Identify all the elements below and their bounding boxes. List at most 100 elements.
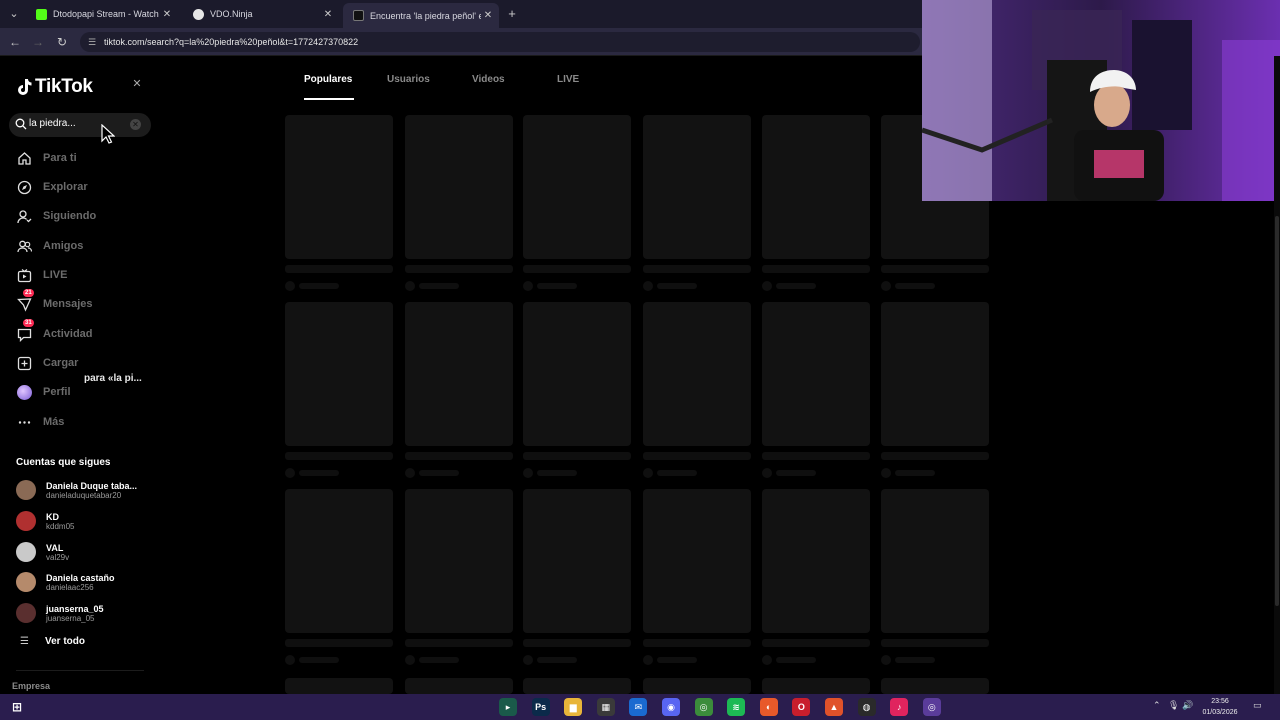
loading-video-card xyxy=(881,678,989,694)
webcam-overlay xyxy=(922,0,1280,201)
start-windows-icon[interactable]: ⊞ xyxy=(8,698,26,716)
nav-live[interactable]: LIVE xyxy=(16,263,67,287)
tiktok-favicon-icon xyxy=(353,10,364,21)
caption-placeholder xyxy=(405,639,513,647)
url-bar[interactable]: ☰ tiktok.com/search?q=la%20piedra%20peño… xyxy=(80,32,920,52)
chrome-alt-icon[interactable]: ◎ xyxy=(922,698,941,716)
footer-empresa-link[interactable]: Empresa xyxy=(12,681,50,691)
folder-icon[interactable]: ▆ xyxy=(564,698,583,716)
caption-placeholder xyxy=(643,265,751,273)
thumbnail-placeholder xyxy=(285,489,393,633)
tab-live[interactable]: LIVE xyxy=(557,74,579,85)
tiktok-note-icon xyxy=(18,79,32,95)
calculator-icon[interactable]: ▦ xyxy=(596,698,615,716)
nav-mas[interactable]: Más xyxy=(16,410,64,434)
back-icon[interactable]: ← xyxy=(7,34,23,50)
thumbnail-placeholder xyxy=(643,302,751,446)
avatar-placeholder xyxy=(881,468,891,478)
clear-search-icon[interactable]: ✕ xyxy=(130,119,141,130)
followed-account[interactable]: Daniela Duque taba... danieladuquetabar2… xyxy=(16,478,137,502)
nav-actividad[interactable]: 31 Actividad xyxy=(16,319,93,346)
browser-tab[interactable]: Dtodopapi Stream - Watch Live ✕ xyxy=(26,3,178,25)
list-icon: ☰ xyxy=(20,636,29,647)
chrome-icon[interactable]: ◎ xyxy=(694,698,713,716)
search-input[interactable]: la piedra... ✕ xyxy=(9,113,151,137)
divider xyxy=(16,670,144,671)
nav-amigos[interactable]: Amigos xyxy=(16,234,83,258)
brave-icon[interactable]: ▲ xyxy=(825,698,843,716)
tab-search-icon[interactable]: ⌄ xyxy=(5,5,23,23)
opera-icon[interactable]: O xyxy=(792,698,811,716)
nav-explorar[interactable]: Explorar xyxy=(16,175,88,199)
tray-chevron-icon[interactable]: ⌃ xyxy=(1153,700,1161,711)
photoshop-icon[interactable]: Ps xyxy=(531,698,550,716)
tab-usuarios[interactable]: Usuarios xyxy=(387,74,430,85)
thumbnail-placeholder xyxy=(405,115,513,259)
microphone-icon[interactable]: 🎙 xyxy=(1168,700,1179,711)
close-tab-icon[interactable]: ✕ xyxy=(160,9,174,20)
scrollbar-thumb[interactable] xyxy=(1275,216,1279,606)
thumbnail-placeholder xyxy=(643,678,751,694)
page-scrollbar[interactable] xyxy=(1274,56,1280,694)
caption-placeholder xyxy=(762,265,870,273)
site-info-icon[interactable]: ☰ xyxy=(88,32,96,52)
caption-placeholder xyxy=(881,452,989,460)
obs-icon[interactable]: ◍ xyxy=(857,698,876,716)
see-all-button[interactable]: ☰ Ver todo xyxy=(20,636,85,647)
caption-placeholder xyxy=(762,452,870,460)
thumbnail-placeholder xyxy=(405,302,513,446)
notifications-icon[interactable]: ▭ xyxy=(1253,700,1262,711)
followed-account[interactable]: VAL val29v xyxy=(16,540,69,564)
system-clock[interactable]: 23:56 01/03/2026 xyxy=(1196,696,1244,718)
kick-favicon-icon xyxy=(36,8,47,20)
author-placeholder xyxy=(776,657,816,663)
mail-icon[interactable]: ✉ xyxy=(629,698,648,716)
nav-para-ti[interactable]: Para ti xyxy=(16,146,77,170)
thumbnail-placeholder xyxy=(523,302,631,446)
avatar-placeholder xyxy=(762,468,772,478)
close-search-icon[interactable]: ✕ xyxy=(128,75,146,93)
tiktok-icon[interactable]: ♪ xyxy=(890,698,909,716)
followed-account[interactable]: Daniela castaño danielaac256 xyxy=(16,570,115,594)
search-icon xyxy=(15,118,27,130)
nav-cargar[interactable]: Cargar xyxy=(16,351,78,375)
browser-tab[interactable]: VDO.Ninja ✕ xyxy=(183,3,339,25)
new-tab-icon[interactable]: + xyxy=(505,5,519,23)
caption-placeholder xyxy=(523,452,631,460)
firefox-icon[interactable]: ◐ xyxy=(759,698,778,716)
loading-video-card xyxy=(643,678,751,694)
thumbnail-placeholder xyxy=(285,678,393,694)
loading-video-card xyxy=(762,115,870,291)
browser-tab-active[interactable]: Encuentra 'la piedra peñol' en TikTok ✕ xyxy=(343,3,499,28)
following-icon xyxy=(16,208,32,224)
author-placeholder xyxy=(895,283,935,289)
loading-video-card xyxy=(643,115,751,291)
messages-icon: 21 xyxy=(16,289,34,312)
volume-icon[interactable]: 🔊 xyxy=(1182,700,1193,711)
author-placeholder xyxy=(299,283,339,289)
tiktok-logo[interactable]: TikTok xyxy=(16,76,93,98)
discord-icon[interactable]: ◉ xyxy=(662,698,680,716)
tab-videos[interactable]: Videos xyxy=(472,74,505,85)
nav-mensajes[interactable]: 21 Mensajes xyxy=(16,289,93,316)
upload-icon xyxy=(16,355,32,371)
avatar-placeholder xyxy=(881,655,891,665)
close-tab-icon[interactable]: ✕ xyxy=(321,9,335,20)
reload-icon[interactable]: ↻ xyxy=(54,34,70,50)
nav-perfil[interactable]: Perfil xyxy=(16,380,71,404)
tab-populares[interactable]: Populares xyxy=(304,74,352,85)
avatar-placeholder xyxy=(523,468,533,478)
avatar-placeholder xyxy=(405,281,415,291)
streamer-webcam-image xyxy=(922,0,1280,201)
loading-video-card xyxy=(523,115,631,291)
thumbnail-placeholder xyxy=(523,489,631,633)
close-tab-icon[interactable]: ✕ xyxy=(481,10,495,21)
profile-icon xyxy=(16,384,32,400)
followed-account[interactable]: juanserna_05 juanserna_05 xyxy=(16,601,104,625)
followed-account[interactable]: KD kddm05 xyxy=(16,509,74,533)
terminal-icon[interactable]: ▸ xyxy=(499,698,517,716)
spotify-icon[interactable]: ≋ xyxy=(727,698,746,716)
windows-taskbar: ⊞ ▸ Ps ▆ ▦ ✉ ◉ ◎ ≋ ◐ O ▲ ◍ ♪ ◎ ⌃ 🎙 🔊 23:56 01/03/2026… xyxy=(0,694,1280,720)
forward-icon[interactable]: → xyxy=(30,34,46,50)
nav-siguiendo[interactable]: Siguiendo xyxy=(16,204,96,228)
